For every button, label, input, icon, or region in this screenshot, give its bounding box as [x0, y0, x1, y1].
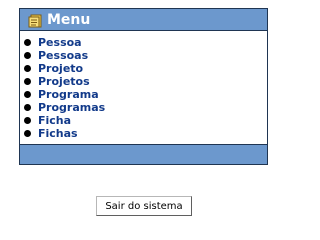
bullet-icon — [24, 130, 31, 137]
bullet-icon — [24, 78, 31, 85]
menu-item-projeto: Projeto — [20, 62, 105, 75]
menu-link-programas[interactable]: Programas — [38, 101, 105, 114]
bullet-icon — [24, 39, 31, 46]
menu-link-pessoas[interactable]: Pessoas — [38, 49, 88, 62]
menu-list: Pessoa Pessoas Projeto Projetos Programa… — [20, 36, 105, 140]
menu-footer — [20, 144, 267, 164]
menu-link-ficha[interactable]: Ficha — [38, 114, 71, 127]
menu-title: Menu — [47, 12, 91, 28]
bullet-icon — [24, 52, 31, 59]
menu-panel: Menu Pessoa Pessoas Projeto Projetos Pro… — [19, 8, 268, 165]
menu-link-fichas[interactable]: Fichas — [38, 127, 78, 140]
menu-header: Menu — [20, 9, 267, 31]
menu-link-projetos[interactable]: Projetos — [38, 75, 90, 88]
menu-item-ficha: Ficha — [20, 114, 105, 127]
logout-button[interactable]: Sair do sistema — [96, 196, 192, 216]
menu-link-projeto[interactable]: Projeto — [38, 62, 83, 75]
menu-item-projetos: Projetos — [20, 75, 105, 88]
menu-notes-icon — [28, 13, 42, 28]
menu-link-pessoa[interactable]: Pessoa — [38, 36, 82, 49]
bullet-icon — [24, 65, 31, 72]
menu-item-pessoa: Pessoa — [20, 36, 105, 49]
menu-link-programa[interactable]: Programa — [38, 88, 99, 101]
menu-item-pessoas: Pessoas — [20, 49, 105, 62]
bullet-icon — [24, 104, 31, 111]
menu-item-programa: Programa — [20, 88, 105, 101]
menu-item-fichas: Fichas — [20, 127, 105, 140]
bullet-icon — [24, 91, 31, 98]
bullet-icon — [24, 117, 31, 124]
menu-item-programas: Programas — [20, 101, 105, 114]
